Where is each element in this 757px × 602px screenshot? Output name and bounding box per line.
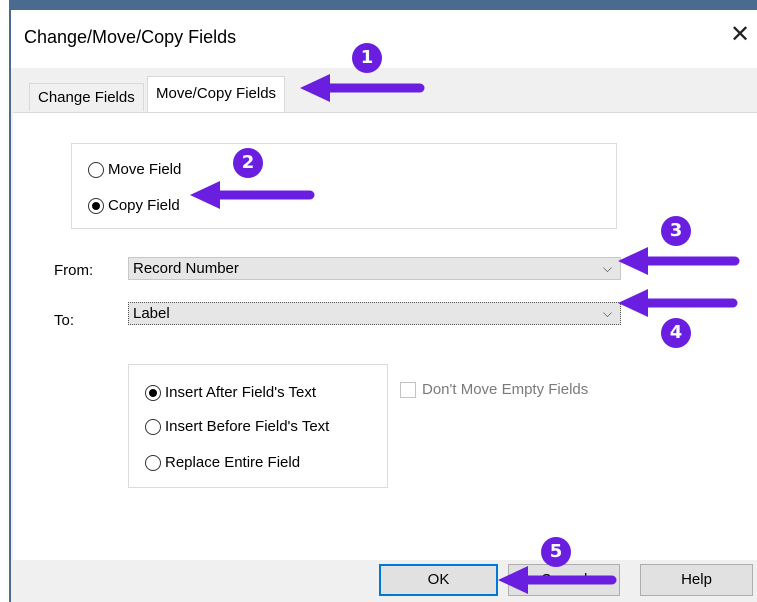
window-title: Change/Move/Copy Fields <box>24 27 237 47</box>
radio-button[interactable] <box>145 454 161 471</box>
window-top-border <box>9 0 757 10</box>
checkbox-label: Don't Move Empty Fields <box>422 381 589 398</box>
tab-change-fields[interactable]: Change Fields <box>29 83 144 111</box>
chevron-down-icon: ⌵ <box>602 261 612 275</box>
chevron-down-icon: ⌵ <box>602 306 612 320</box>
to-label: To: <box>54 312 75 329</box>
help-button[interactable]: Help <box>640 564 753 596</box>
radio-move-field[interactable]: Move Field <box>88 161 181 178</box>
from-label: From: <box>54 262 94 279</box>
annotation-badge-5: 5 <box>541 537 571 567</box>
ok-button[interactable]: OK <box>379 564 498 596</box>
radio-label: Insert Before Field's Text <box>165 418 330 435</box>
dialog-window: Change/Move/Copy Fields ✕ Change Fields … <box>11 10 757 602</box>
radio-label: Insert After Field's Text <box>165 384 316 401</box>
radio-label: Replace Entire Field <box>165 454 301 471</box>
annotation-badge-2: 2 <box>233 148 263 178</box>
cancel-button[interactable]: Cancel <box>508 564 620 596</box>
from-value: Record Number <box>133 260 239 277</box>
radio-label: Move Field <box>108 161 182 178</box>
radio-button[interactable] <box>145 384 161 401</box>
radio-button[interactable] <box>145 418 161 435</box>
tab-panel: Move Field Copy Field From: Record Numbe… <box>13 112 757 560</box>
radio-insert-after[interactable]: Insert After Field's Text <box>145 384 316 401</box>
annotation-badge-4: 4 <box>661 318 691 348</box>
annotation-badge-1: 1 <box>352 43 382 73</box>
title-bar: Change/Move/Copy Fields ✕ <box>11 10 757 68</box>
radio-insert-before[interactable]: Insert Before Field's Text <box>145 418 329 435</box>
button-bar: OK Cancel Help <box>11 560 757 602</box>
radio-label: Copy Field <box>108 197 180 214</box>
checkbox-box[interactable] <box>400 381 416 398</box>
radio-button[interactable] <box>88 197 104 214</box>
radio-replace-entire[interactable]: Replace Entire Field <box>145 454 300 471</box>
radio-button[interactable] <box>88 161 104 178</box>
mode-group <box>71 143 617 229</box>
dont-move-empty-checkbox[interactable]: Don't Move Empty Fields <box>400 381 588 398</box>
tab-move-copy-fields[interactable]: Move/Copy Fields <box>147 76 286 112</box>
to-value: Label <box>133 305 170 322</box>
close-icon[interactable]: ✕ <box>727 22 753 48</box>
from-dropdown[interactable]: Record Number ⌵ <box>128 257 621 280</box>
to-dropdown[interactable]: Label ⌵ <box>128 302 621 325</box>
tab-strip: Change Fields Move/Copy Fields <box>11 68 757 114</box>
radio-copy-field[interactable]: Copy Field <box>88 197 180 214</box>
annotation-badge-3: 3 <box>661 216 691 246</box>
